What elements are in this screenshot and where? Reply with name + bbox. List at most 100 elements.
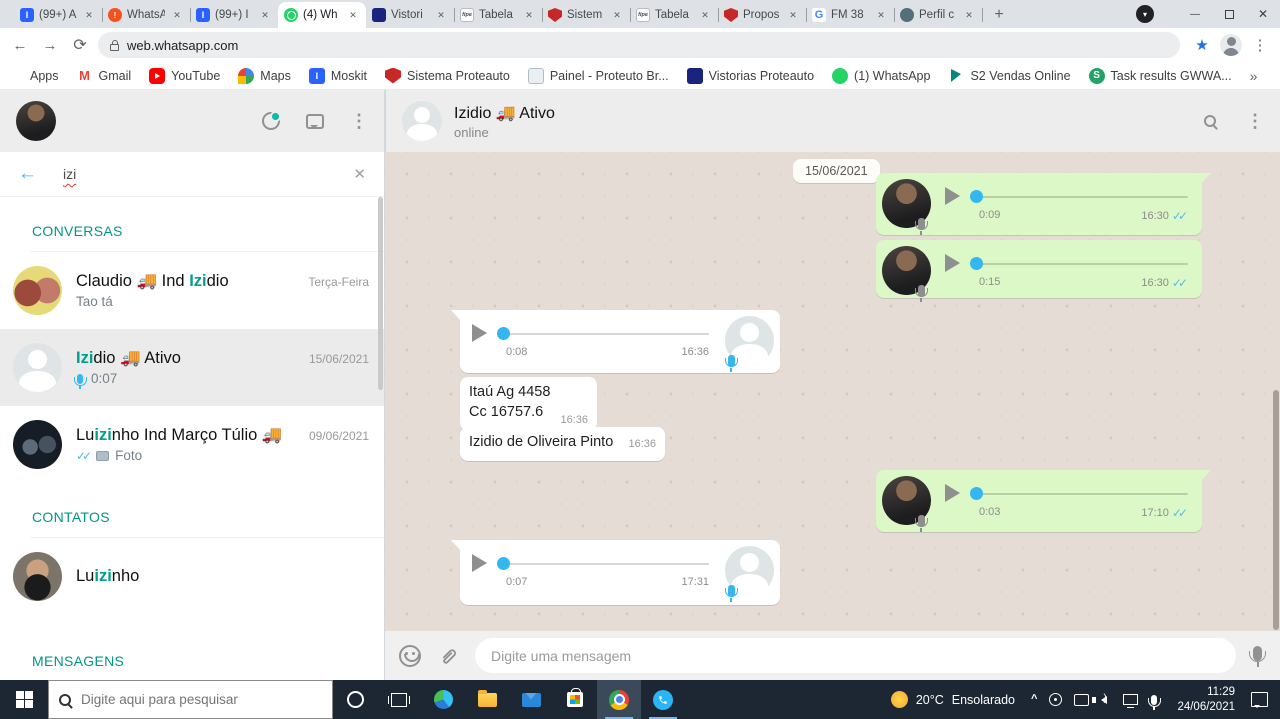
slider-handle[interactable] bbox=[970, 257, 983, 270]
close-tab-icon[interactable] bbox=[258, 8, 272, 22]
start-button[interactable] bbox=[0, 680, 48, 719]
edge-button[interactable] bbox=[421, 680, 465, 719]
play-button[interactable] bbox=[945, 484, 960, 502]
message-input[interactable] bbox=[475, 638, 1236, 673]
tray-sync-icon[interactable] bbox=[1043, 680, 1068, 719]
slider-handle[interactable] bbox=[497, 557, 510, 570]
play-button[interactable] bbox=[945, 254, 960, 272]
menu-icon[interactable] bbox=[350, 111, 368, 132]
bookmark-task-results[interactable]: Task results GWWA... bbox=[1089, 68, 1232, 84]
back-icon[interactable] bbox=[18, 163, 37, 185]
action-center-icon[interactable] bbox=[1251, 692, 1268, 707]
mail-button[interactable] bbox=[509, 680, 553, 719]
bookmark-apps[interactable]: Apps bbox=[10, 69, 59, 83]
play-button[interactable] bbox=[945, 187, 960, 205]
close-tab-icon[interactable] bbox=[434, 8, 448, 22]
sender-avatar[interactable] bbox=[725, 546, 774, 595]
audio-slider[interactable] bbox=[497, 557, 709, 570]
taskbar-search-input[interactable] bbox=[81, 692, 322, 707]
taskbar-clock[interactable]: 11:29 24/06/2021 bbox=[1167, 685, 1245, 714]
tab-moskit-1[interactable]: (99+) A bbox=[14, 2, 102, 28]
audio-slider[interactable] bbox=[970, 487, 1188, 500]
close-tab-icon[interactable] bbox=[698, 8, 712, 22]
tab-tabela-1[interactable]: Tabela bbox=[454, 2, 542, 28]
tab-vistorias[interactable]: Vistori bbox=[366, 2, 454, 28]
voice-record-icon[interactable] bbox=[1252, 646, 1266, 666]
search-input[interactable]: izi bbox=[63, 166, 76, 182]
close-tab-icon[interactable] bbox=[522, 8, 536, 22]
bookmark-s2-vendas[interactable]: S2 Vendas Online bbox=[948, 68, 1070, 84]
store-button[interactable] bbox=[553, 680, 597, 719]
cortana-button[interactable] bbox=[333, 680, 377, 719]
sender-avatar[interactable] bbox=[882, 246, 931, 295]
slider-handle[interactable] bbox=[497, 327, 510, 340]
back-button[interactable] bbox=[8, 33, 32, 57]
tab-whatsapp-err[interactable]: WhatsA bbox=[102, 2, 190, 28]
tab-fm[interactable]: FM 38 bbox=[806, 2, 894, 28]
sender-avatar[interactable] bbox=[882, 179, 931, 228]
new-tab-button[interactable] bbox=[986, 2, 1012, 28]
task-view-button[interactable] bbox=[377, 680, 421, 719]
close-window-button[interactable] bbox=[1246, 0, 1280, 28]
search-bar[interactable]: izi bbox=[0, 152, 384, 197]
tray-device-icon[interactable] bbox=[1068, 680, 1095, 719]
file-explorer-button[interactable] bbox=[465, 680, 509, 719]
chrome-button[interactable] bbox=[597, 680, 641, 719]
browser-update-icon[interactable] bbox=[1136, 5, 1154, 23]
tab-tabela-2[interactable]: Tabela bbox=[630, 2, 718, 28]
bookmarks-overflow-icon[interactable] bbox=[1250, 68, 1258, 84]
chat-avatar[interactable] bbox=[402, 101, 442, 141]
tab-proposta[interactable]: Propos bbox=[718, 2, 806, 28]
weather-widget[interactable]: 20°C Ensolarado bbox=[881, 691, 1025, 708]
bookmark-gmail[interactable]: Gmail bbox=[77, 68, 132, 84]
close-tab-icon[interactable] bbox=[82, 8, 96, 22]
minimize-button[interactable] bbox=[1178, 0, 1212, 28]
chat-header[interactable]: Izidio 🚚 Ativo online bbox=[385, 90, 1280, 152]
profile-avatar[interactable] bbox=[1220, 34, 1242, 56]
chat-scrollbar[interactable] bbox=[1273, 390, 1279, 630]
bookmark-painel[interactable]: Painel - Proteuto Br... bbox=[528, 68, 669, 84]
status-icon[interactable] bbox=[262, 112, 280, 130]
chat-row-izidio[interactable]: Izidio 🚚 Ativo 15/06/2021 0:07 bbox=[0, 329, 384, 406]
audio-slider[interactable] bbox=[970, 257, 1188, 270]
close-tab-icon[interactable] bbox=[786, 8, 800, 22]
close-tab-icon[interactable] bbox=[874, 8, 888, 22]
new-chat-icon[interactable] bbox=[306, 114, 324, 129]
close-tab-icon[interactable] bbox=[610, 8, 624, 22]
tab-whatsapp-active[interactable]: (4) Wh bbox=[278, 2, 366, 28]
bookmark-maps[interactable]: Maps bbox=[238, 68, 291, 84]
phone-app-button[interactable] bbox=[641, 680, 685, 719]
close-tab-icon[interactable] bbox=[962, 8, 976, 22]
play-button[interactable] bbox=[472, 554, 487, 572]
tab-moskit-2[interactable]: (99+) I bbox=[190, 2, 278, 28]
audio-slider[interactable] bbox=[970, 190, 1188, 203]
play-button[interactable] bbox=[472, 324, 487, 342]
clear-search-icon[interactable] bbox=[353, 165, 366, 183]
volume-icon[interactable] bbox=[1095, 680, 1117, 719]
tab-sistema[interactable]: Sistem bbox=[542, 2, 630, 28]
close-tab-icon[interactable] bbox=[170, 8, 184, 22]
tray-mic-icon[interactable] bbox=[1144, 680, 1167, 719]
forward-button[interactable] bbox=[38, 33, 62, 57]
network-icon[interactable] bbox=[1117, 680, 1144, 719]
slider-handle[interactable] bbox=[970, 487, 983, 500]
browser-menu-icon[interactable] bbox=[1248, 33, 1272, 57]
tab-perfil[interactable]: Perfil c bbox=[894, 2, 982, 28]
taskbar-search[interactable] bbox=[48, 680, 333, 719]
audio-slider[interactable] bbox=[497, 327, 709, 340]
sender-avatar[interactable] bbox=[725, 316, 774, 365]
sender-avatar[interactable] bbox=[882, 476, 931, 525]
contact-row-luizinho[interactable]: Luizinho bbox=[0, 538, 384, 615]
user-avatar[interactable] bbox=[16, 101, 56, 141]
chat-menu-icon[interactable] bbox=[1246, 111, 1264, 132]
bookmark-moskit[interactable]: Moskit bbox=[309, 68, 367, 84]
attach-icon[interactable] bbox=[437, 645, 459, 667]
search-icon[interactable] bbox=[1204, 115, 1216, 127]
bookmark-vistorias[interactable]: Vistorias Proteauto bbox=[687, 68, 814, 84]
sidebar-scrollbar[interactable] bbox=[378, 197, 383, 390]
tray-expand-icon[interactable] bbox=[1025, 679, 1043, 718]
bookmark-youtube[interactable]: YouTube bbox=[149, 68, 220, 84]
bookmark-sistema-proteauto[interactable]: Sistema Proteauto bbox=[385, 68, 510, 84]
slider-handle[interactable] bbox=[970, 190, 983, 203]
address-bar[interactable]: web.whatsapp.com bbox=[98, 32, 1180, 58]
